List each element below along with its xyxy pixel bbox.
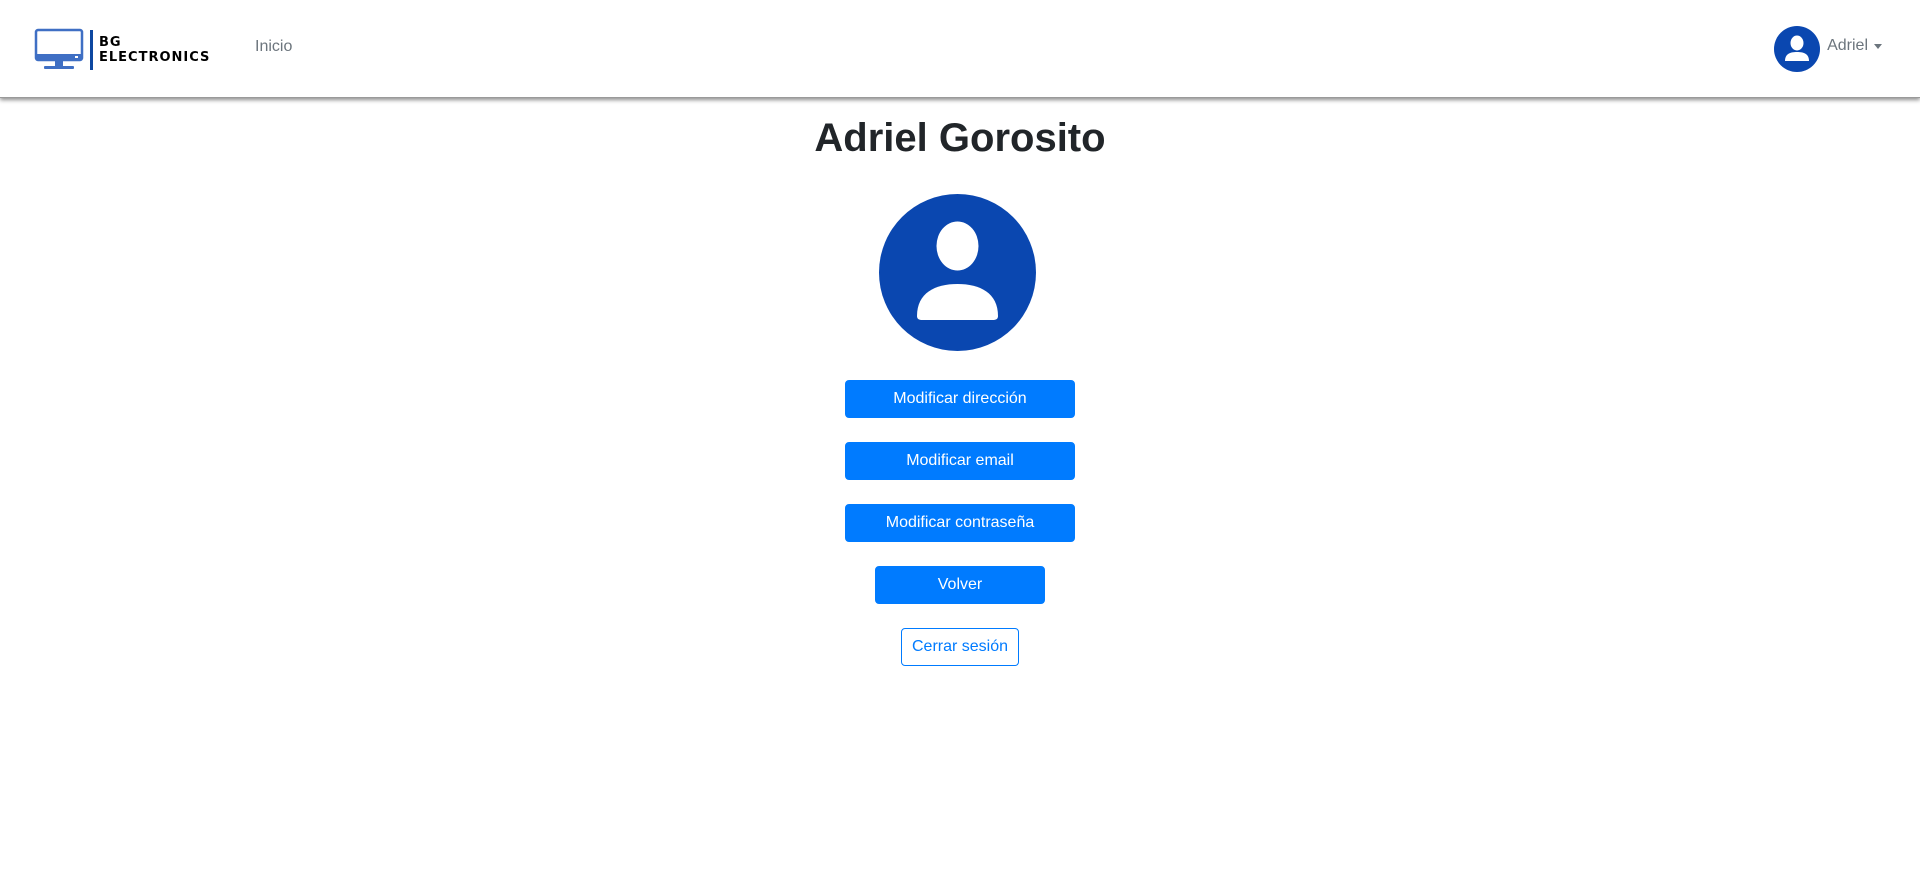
brand-divider — [90, 29, 93, 70]
modify-password-button[interactable]: Modificar contraseña — [845, 504, 1075, 542]
brand-line1: BG — [99, 34, 122, 50]
page-title: Adriel Gorosito — [814, 116, 1106, 160]
brand-line2: ELECTRONICS — [99, 49, 211, 65]
brand-text: BG ELECTRONICS — [99, 35, 210, 65]
modify-email-button[interactable]: Modificar email — [845, 442, 1075, 480]
profile-avatar — [879, 194, 1036, 351]
user-avatar — [1774, 26, 1821, 72]
back-button[interactable]: Volver — [875, 566, 1045, 604]
user-name: Adriel — [1827, 37, 1868, 54]
navbar: BG ELECTRONICS Inicio Adriel — [0, 0, 1920, 98]
user-dropdown-toggle[interactable]: Adriel — [1774, 26, 1882, 72]
modify-address-button[interactable]: Modificar dirección — [845, 380, 1075, 418]
logout-button[interactable]: Cerrar sesión — [901, 628, 1019, 666]
brand-logo[interactable]: BG ELECTRONICS — [34, 27, 210, 72]
user-icon — [917, 221, 998, 320]
nav-link-inicio[interactable]: Inicio — [255, 38, 292, 56]
chevron-down-icon — [1874, 43, 1882, 49]
monitor-icon — [34, 28, 84, 69]
user-icon — [1785, 35, 1810, 61]
